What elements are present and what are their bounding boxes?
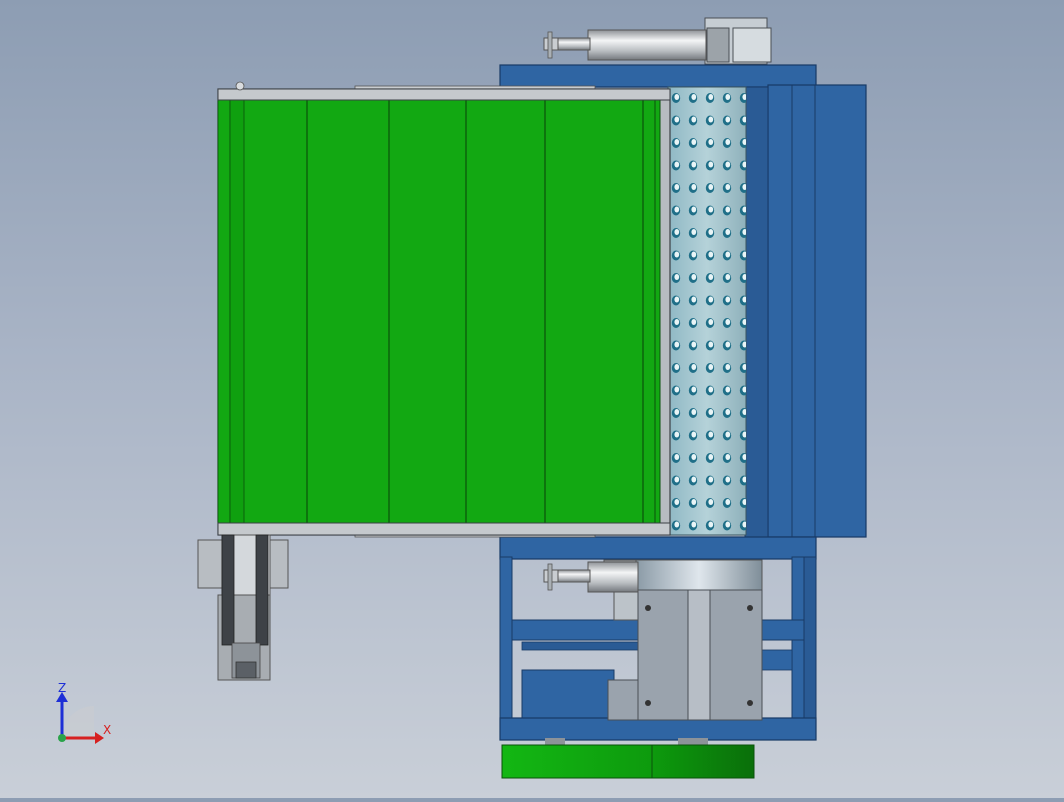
model-view: Z X xyxy=(56,17,867,779)
perforated-drum xyxy=(667,86,747,536)
bottom-cylinder-assembly xyxy=(543,561,639,593)
z-axis-label: Z xyxy=(58,681,66,695)
axis-triad: Z X xyxy=(56,681,111,744)
left-drive-motor xyxy=(197,534,289,681)
top-cylinder-assembly xyxy=(543,17,772,65)
bottom-green-roller xyxy=(501,738,755,779)
green-belt-conveyor xyxy=(217,81,671,538)
cad-viewport[interactable]: Z X xyxy=(0,0,1064,798)
x-axis-label: X xyxy=(103,723,111,737)
